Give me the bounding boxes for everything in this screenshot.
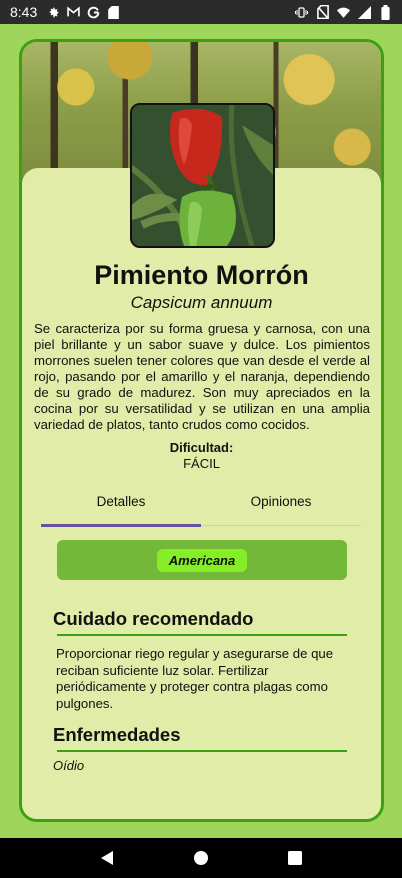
plant-photo bbox=[130, 103, 275, 248]
status-time: 8:43 bbox=[10, 4, 38, 20]
no-sim-icon bbox=[316, 5, 329, 19]
plant-description: Se caracteriza por su forma gruesa y car… bbox=[34, 321, 370, 432]
sd-card-icon bbox=[107, 5, 120, 19]
diseases-divider bbox=[57, 750, 347, 752]
home-icon[interactable] bbox=[186, 843, 216, 873]
care-text: Proporcionar riego regular y asegurarse … bbox=[56, 646, 334, 711]
gear-icon bbox=[47, 6, 60, 19]
wifi-icon bbox=[337, 6, 350, 19]
status-bar: 8:43 bbox=[0, 0, 402, 24]
signal-icon bbox=[358, 5, 371, 19]
mail-icon bbox=[67, 6, 80, 19]
recents-icon[interactable] bbox=[280, 843, 310, 873]
plant-common-name: Pimiento Morrón bbox=[94, 260, 309, 290]
plant-scientific-name: Capsicum annuum bbox=[130, 293, 273, 312]
tag-container: Americana bbox=[57, 540, 347, 580]
variety-tag: Americana bbox=[156, 548, 248, 572]
diseases-text: Oídio bbox=[53, 758, 85, 773]
care-section-title: Cuidado recomendado bbox=[53, 608, 254, 629]
tab-reviews[interactable]: Opiniones bbox=[201, 484, 361, 525]
tab-bar: Detalles Opiniones bbox=[41, 484, 361, 527]
back-icon[interactable] bbox=[92, 843, 122, 873]
vibrate-icon bbox=[295, 6, 308, 19]
battery-icon bbox=[379, 4, 392, 20]
care-divider bbox=[57, 634, 347, 636]
difficulty-value: FÁCIL bbox=[183, 456, 220, 471]
difficulty-label: Dificultad: bbox=[169, 440, 234, 455]
plant-card: Pimiento Morrón Capsicum annuum Se carac… bbox=[19, 39, 384, 822]
diseases-section-title: Enfermedades bbox=[53, 724, 181, 745]
system-nav-bar bbox=[0, 838, 402, 878]
google-icon bbox=[87, 6, 100, 19]
tab-details[interactable]: Detalles bbox=[41, 484, 201, 527]
